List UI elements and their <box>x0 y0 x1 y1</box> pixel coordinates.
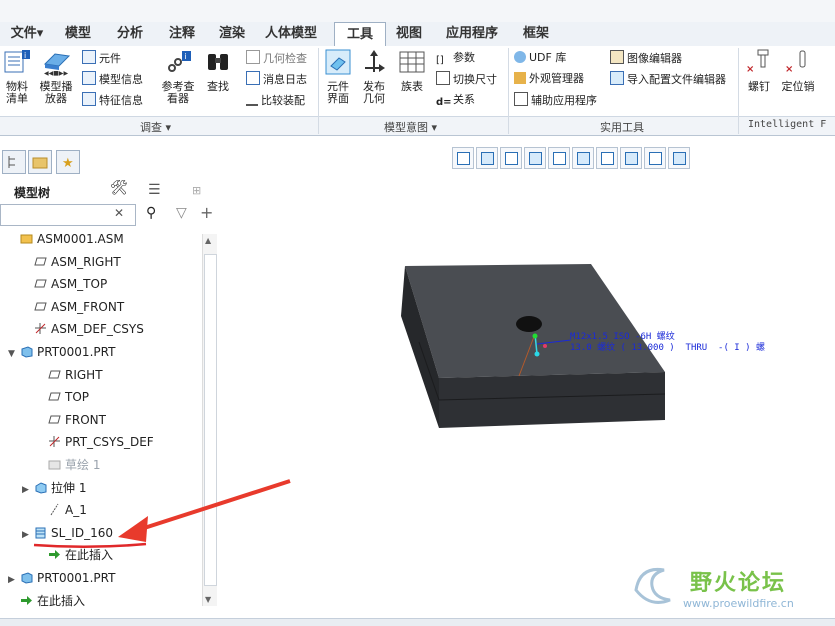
refit-button[interactable] <box>452 147 474 169</box>
display-style-icon <box>553 152 566 165</box>
repaint-icon <box>529 152 542 165</box>
view-manager-icon <box>601 152 614 165</box>
zoom-in-icon <box>481 152 494 165</box>
watermark-title: 野火论坛 <box>690 571 787 596</box>
block-front-face <box>439 372 665 428</box>
threaded-hole <box>516 316 542 332</box>
spin-center-button[interactable] <box>668 147 690 169</box>
csys-origin-marker <box>532 333 538 339</box>
forum-logo-icon <box>634 567 671 604</box>
repaint-button[interactable] <box>524 147 546 169</box>
csys-marker <box>543 344 547 348</box>
datum-display-icon <box>625 152 638 165</box>
saved-orientations-icon <box>577 152 590 165</box>
watermark-url: www.proewildfire.cn <box>683 597 794 610</box>
saved-orientations-button[interactable] <box>572 147 594 169</box>
callout-arrow-head <box>118 516 148 542</box>
annotation-line-1: M12x1.5 ISO -6H 螺纹 <box>570 332 675 342</box>
annotation-display-button[interactable] <box>644 147 666 169</box>
zoom-out-icon <box>505 152 518 165</box>
datum-display-button[interactable] <box>620 147 642 169</box>
zoom-in-button[interactable] <box>476 147 498 169</box>
view-manager-button[interactable] <box>596 147 618 169</box>
thread-annotation[interactable]: M12x1.5 ISO -6H 螺纹 13.0 螺纹 ( 13.000 ) THR… <box>570 332 765 354</box>
annotation-display-icon <box>649 152 662 165</box>
callout-arrow-shaft <box>137 479 291 532</box>
annotation-line-2: 13.0 螺纹 ( 13.000 ) THRU -( I ) 螺 <box>570 343 765 353</box>
spin-center-icon <box>673 152 686 165</box>
zoom-out-button[interactable] <box>500 147 522 169</box>
display-style-button[interactable] <box>548 147 570 169</box>
csys-marker <box>534 351 540 357</box>
refit-icon <box>457 152 470 165</box>
callout-underline <box>33 542 147 549</box>
